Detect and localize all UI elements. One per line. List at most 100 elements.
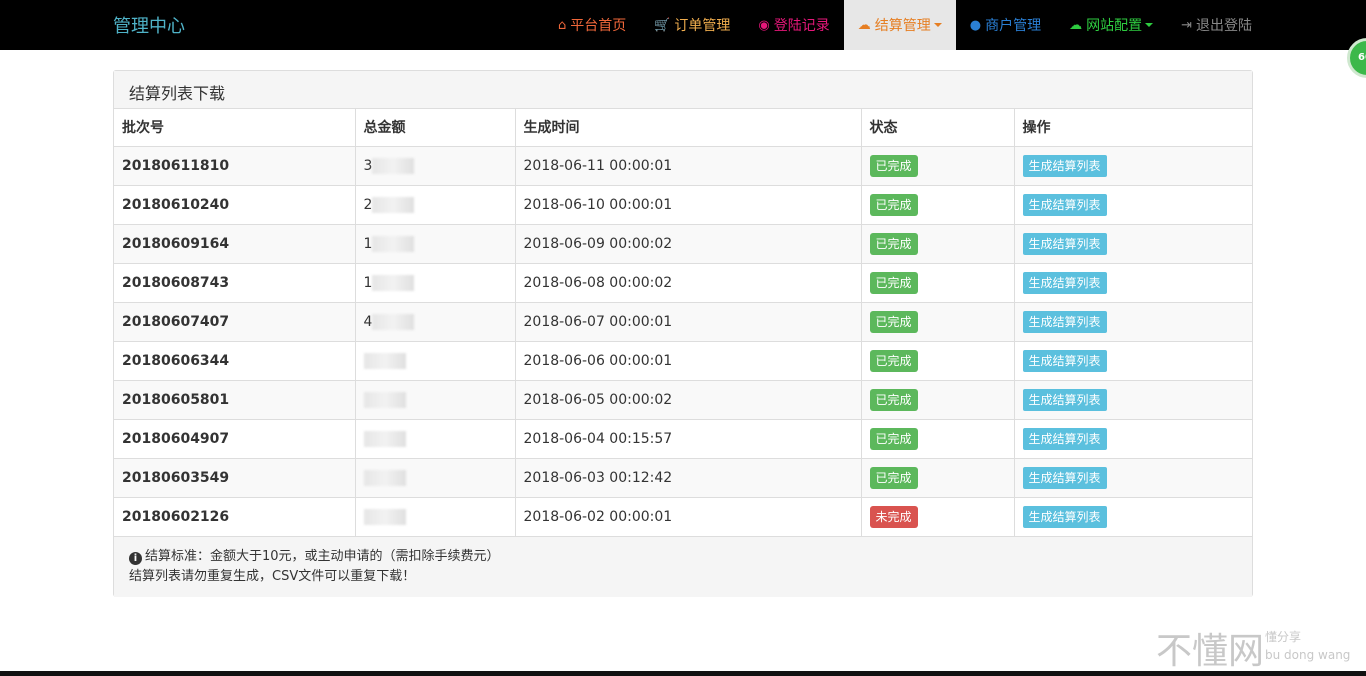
status-cell: 已完成 — [861, 418, 1015, 458]
status-cell: 已完成 — [861, 145, 1015, 185]
table-row: 20180603549 2018-06-03 00:12:42 已完成 生成结算列表 — [114, 457, 1252, 497]
generate-list-button[interactable]: 生成结算列表 — [1022, 271, 1107, 294]
note-line-2: 结算列表请勿重复生成，CSV文件可以重复下载！ — [129, 569, 416, 584]
header-amount: 总金额 — [355, 109, 516, 147]
nav-label: 平台首页 — [570, 18, 627, 34]
table-header-row: 批次号 总金额 生成时间 状态 操作 — [114, 109, 1252, 147]
watermark-sub-2: bu dong wang — [1265, 648, 1351, 662]
blurred-amount — [363, 430, 406, 447]
status-cell: 已完成 — [861, 262, 1015, 302]
generate-list-button[interactable]: 生成结算列表 — [1022, 310, 1107, 333]
status-badge: 已完成 — [869, 427, 918, 450]
home-icon: ⌂ — [557, 17, 567, 33]
blurred-amount — [363, 391, 406, 408]
total-amount: 1 — [355, 223, 516, 263]
generate-list-button[interactable]: 生成结算列表 — [1022, 154, 1107, 177]
action-cell: 生成结算列表 — [1014, 184, 1252, 224]
status-badge: 已完成 — [869, 271, 918, 294]
batch-number: 20180610240 — [114, 184, 356, 224]
generated-time: 2018-06-11 00:00:01 — [515, 145, 862, 185]
nav-item-1[interactable]: 🛒 订单管理 — [640, 0, 744, 50]
total-amount: 4 — [355, 301, 516, 341]
table-row: 20180606344 2018-06-06 00:00:01 已完成 生成结算列表 — [114, 340, 1252, 380]
batch-number: 20180602126 — [114, 496, 356, 536]
generated-time: 2018-06-09 00:00:02 — [515, 223, 862, 263]
blurred-amount — [363, 352, 406, 369]
action-cell: 生成结算列表 — [1014, 379, 1252, 419]
batch-number: 20180609164 — [114, 223, 356, 263]
nav-item-5[interactable]: ☁ 网站配置 — [1055, 0, 1167, 50]
nav-label: 登陆记录 — [773, 18, 830, 34]
brand-title[interactable]: 管理中心 — [113, 12, 185, 38]
table-row: 20180611810 3 2018-06-11 00:00:01 已完成 生成结算列表 — [114, 145, 1252, 185]
nav-label: 结算管理 — [874, 18, 931, 34]
nav-item-2[interactable]: ◉ 登陆记录 — [744, 0, 843, 50]
action-cell: 生成结算列表 — [1014, 457, 1252, 497]
nav-item-6[interactable]: ⇥ 退出登陆 — [1167, 0, 1266, 50]
top-navbar: 管理中心 ⌂ 平台首页 🛒 订单管理 ◉ 登陆记录 ☁ 结算管理 ● 商户管理 ☁ 网站配置 ⇥ 退出登陆 — [0, 0, 1366, 50]
action-cell: 生成结算列表 — [1014, 340, 1252, 380]
panel-title: 结算列表下载 — [114, 71, 1252, 109]
nav-item-4[interactable]: ● 商户管理 — [956, 0, 1055, 50]
header-time: 生成时间 — [515, 109, 862, 147]
nav-item-3[interactable]: ☁ 结算管理 — [843, 0, 956, 50]
batch-number: 20180608743 — [114, 262, 356, 302]
status-badge: 已完成 — [869, 232, 918, 255]
action-cell: 生成结算列表 — [1014, 418, 1252, 458]
table-row: 20180604907 2018-06-04 00:15:57 已完成 生成结算列表 — [114, 418, 1252, 458]
nav-label: 商户管理 — [985, 18, 1042, 34]
table-row: 20180609164 1 2018-06-09 00:00:02 已完成 生成结算列表 — [114, 223, 1252, 263]
nav-item-0[interactable]: ⌂ 平台首页 — [544, 0, 640, 50]
action-cell: 生成结算列表 — [1014, 223, 1252, 263]
generate-list-button[interactable]: 生成结算列表 — [1022, 349, 1107, 372]
nav-label: 订单管理 — [674, 18, 731, 34]
action-cell: 生成结算列表 — [1014, 301, 1252, 341]
status-badge: 已完成 — [869, 154, 918, 177]
generate-list-button[interactable]: 生成结算列表 — [1022, 466, 1107, 489]
header-action: 操作 — [1014, 109, 1252, 147]
blurred-amount — [372, 274, 415, 291]
generate-list-button[interactable]: 生成结算列表 — [1022, 193, 1107, 216]
generated-time: 2018-06-03 00:12:42 — [515, 457, 862, 497]
batch-number: 20180604907 — [114, 418, 356, 458]
status-badge: 已完成 — [869, 193, 918, 216]
generated-time: 2018-06-04 00:15:57 — [515, 418, 862, 458]
cloud-icon: ☁ — [857, 17, 871, 33]
amount-prefix: 3 — [363, 157, 373, 174]
status-cell: 已完成 — [861, 379, 1015, 419]
cart-icon: 🛒 — [654, 17, 671, 33]
status-cell: 已完成 — [861, 223, 1015, 263]
settlement-note: i 结算标准：金额大于10元，或主动申请的（需扣除手续费元） 结算列表请勿重复生成… — [114, 536, 1252, 597]
cloud-icon: ☁ — [1069, 17, 1083, 33]
table-row: 20180602126 2018-06-02 00:00:01 未完成 生成结算列表 — [114, 496, 1252, 536]
generate-list-button[interactable]: 生成结算列表 — [1022, 388, 1107, 411]
status-cell: 已完成 — [861, 301, 1015, 341]
status-badge: 已完成 — [869, 466, 918, 489]
status-badge: 已完成 — [869, 388, 918, 411]
total-amount — [355, 340, 516, 380]
watermark-sub-1: 懂分享 — [1265, 630, 1302, 644]
amount-prefix: 4 — [363, 313, 373, 330]
total-amount — [355, 418, 516, 458]
watermark-sub: 懂分享 bu dong wang — [1265, 628, 1350, 664]
status-cell: 已完成 — [861, 184, 1015, 224]
action-cell: 生成结算列表 — [1014, 496, 1252, 536]
camera-icon: ◉ — [758, 17, 770, 33]
logout-icon: ⇥ — [1181, 17, 1192, 33]
generated-time: 2018-06-08 00:00:02 — [515, 262, 862, 302]
header-batch: 批次号 — [114, 109, 356, 147]
status-badge: 已完成 — [869, 310, 918, 333]
chevron-down-icon — [933, 23, 942, 27]
generate-list-button[interactable]: 生成结算列表 — [1022, 232, 1107, 255]
generate-list-button[interactable]: 生成结算列表 — [1022, 505, 1107, 528]
generated-time: 2018-06-06 00:00:01 — [515, 340, 862, 380]
total-amount: 1 — [355, 262, 516, 302]
main-nav: ⌂ 平台首页 🛒 订单管理 ◉ 登陆记录 ☁ 结算管理 ● 商户管理 ☁ 网站配置 ⇥ 退出登陆 — [544, 0, 1266, 50]
status-badge: 已完成 — [869, 349, 918, 372]
blurred-amount — [372, 196, 415, 213]
total-amount — [355, 496, 516, 536]
amount-prefix: 2 — [363, 196, 373, 213]
total-amount: 3 — [355, 145, 516, 185]
generate-list-button[interactable]: 生成结算列表 — [1022, 427, 1107, 450]
settlement-panel: 结算列表下载 批次号 总金额 生成时间 状态 操作 20180611810 3 20… — [113, 70, 1253, 597]
